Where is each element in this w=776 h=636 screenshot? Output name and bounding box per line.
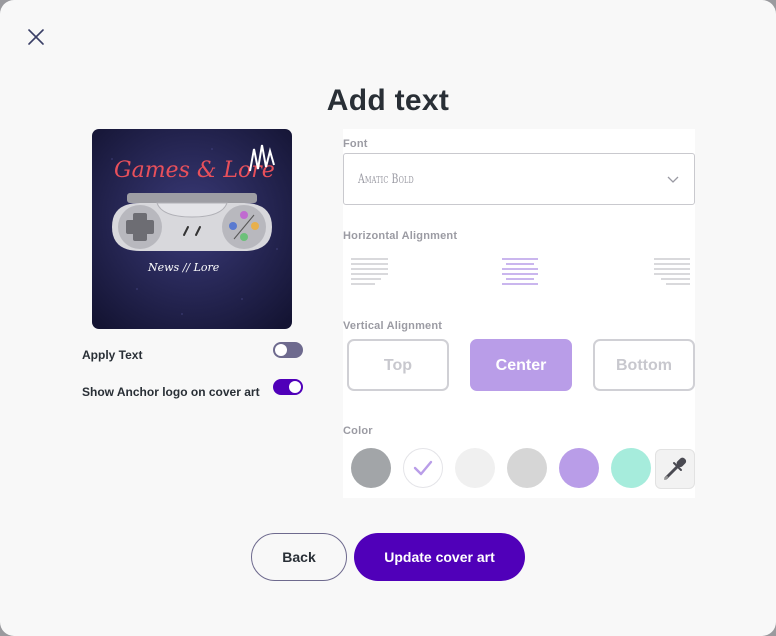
chevron-down-icon	[667, 176, 679, 183]
color-swatch-gray[interactable]	[351, 448, 391, 488]
update-cover-art-button[interactable]: Update cover art	[354, 533, 525, 581]
vertical-top-button[interactable]: Top	[347, 339, 449, 391]
close-icon	[28, 29, 44, 45]
color-swatch-silver[interactable]	[507, 448, 547, 488]
vertical-center-button[interactable]: Center	[470, 339, 572, 391]
color-label: Color	[343, 425, 373, 437]
color-swatch-lavender[interactable]	[559, 448, 599, 488]
back-button[interactable]: Back	[251, 533, 347, 581]
vertical-alignment-label: Vertical Alignment	[343, 320, 443, 332]
align-right-button[interactable]	[652, 257, 692, 287]
align-left-button[interactable]	[349, 257, 389, 287]
font-select[interactable]: Amatic Bold	[343, 153, 695, 205]
color-swatch-white[interactable]	[403, 448, 443, 488]
show-anchor-logo-label: Show Anchor logo on cover art	[82, 385, 260, 399]
check-icon	[413, 460, 433, 476]
toggle-knob	[289, 381, 301, 393]
font-label: Font	[343, 138, 368, 150]
align-center-button[interactable]	[500, 257, 540, 287]
cover-subtitle-text: News // Lore	[147, 261, 220, 274]
horizontal-alignment-label: Horizontal Alignment	[343, 230, 458, 242]
color-picker-button[interactable]	[655, 449, 695, 489]
apply-text-label: Apply Text	[82, 348, 143, 362]
vertical-bottom-button[interactable]: Bottom	[593, 339, 695, 391]
show-anchor-logo-toggle[interactable]	[273, 379, 303, 395]
align-right-icon	[654, 258, 690, 285]
align-left-icon	[351, 258, 388, 285]
color-swatch-light-gray[interactable]	[455, 448, 495, 488]
add-text-dialog: Add text Games & Lore News // Lore Apply…	[0, 0, 776, 636]
eyedropper-icon	[664, 457, 687, 480]
align-center-icon	[502, 258, 538, 285]
cover-art-preview: Games & Lore News // Lore	[92, 129, 292, 329]
toggle-knob	[275, 344, 287, 356]
font-select-value: Amatic Bold	[358, 172, 414, 187]
color-swatch-mint[interactable]	[611, 448, 651, 488]
close-button[interactable]	[24, 25, 48, 49]
game-controller-icon	[112, 193, 272, 251]
dialog-title: Add text	[326, 84, 450, 117]
apply-text-toggle[interactable]	[273, 342, 303, 358]
